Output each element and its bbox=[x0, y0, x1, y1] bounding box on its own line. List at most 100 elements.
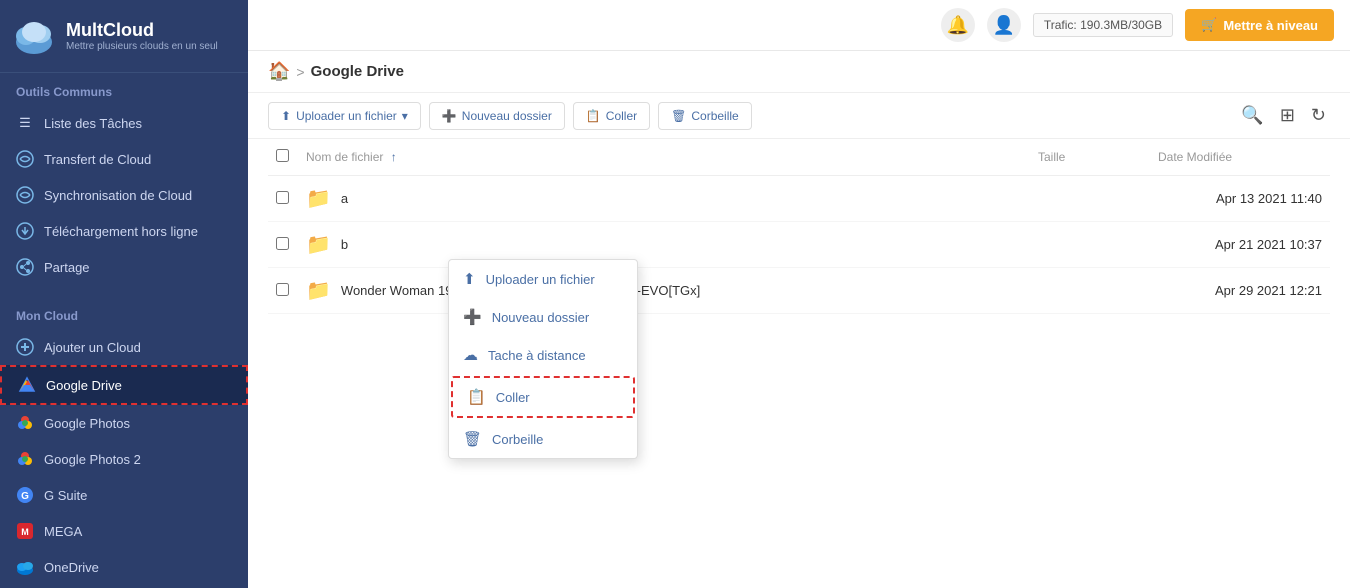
folder-icon: 📁 bbox=[306, 232, 331, 257]
gphotos2-label: Google Photos 2 bbox=[44, 452, 141, 467]
file-name: a bbox=[341, 191, 348, 206]
breadcrumb-separator: > bbox=[296, 64, 304, 80]
cloud-section-title: Mon Cloud bbox=[0, 297, 248, 329]
select-all-header bbox=[268, 139, 298, 176]
context-trash-label: Corbeille bbox=[492, 432, 543, 447]
context-new-folder-label: Nouveau dossier bbox=[492, 310, 590, 325]
sidebar-item-gphotos2[interactable]: Google Photos 2 bbox=[0, 441, 248, 477]
context-paste-label: Coller bbox=[496, 390, 530, 405]
table-row[interactable]: 📁 Wonder Woman 1984.2020.IMAX.HDRip.XviD… bbox=[268, 268, 1330, 314]
folder-icon: 📁 bbox=[306, 278, 331, 303]
trash-button[interactable]: 🗑 Corbeille bbox=[658, 102, 752, 130]
upgrade-button[interactable]: 🛒 Mettre à niveau bbox=[1185, 9, 1334, 41]
main-content: 🔔 👤 Trafic: 190.3MB/30GB 🛒 Mettre à nive… bbox=[248, 0, 1350, 588]
context-new-folder[interactable]: ➕ Nouveau dossier bbox=[449, 298, 637, 336]
context-remote-task-label: Tache à distance bbox=[488, 348, 586, 363]
share-label: Partage bbox=[44, 260, 90, 275]
table-row[interactable]: 📁 b Apr 21 2021 10:37 bbox=[268, 222, 1330, 268]
toolbar: ⬆ Uploader un fichier ▾ ➕ Nouveau dossie… bbox=[248, 93, 1350, 139]
upload-button[interactable]: ⬆ Uploader un fichier ▾ bbox=[268, 102, 421, 130]
select-all-checkbox[interactable] bbox=[276, 149, 289, 162]
new-folder-button[interactable]: ➕ Nouveau dossier bbox=[429, 102, 565, 130]
sidebar-item-transfer[interactable]: Transfert de Cloud bbox=[0, 141, 248, 177]
upgrade-label: Mettre à niveau bbox=[1223, 18, 1318, 33]
sidebar-item-tasks[interactable]: ☰ Liste des Tâches bbox=[0, 105, 248, 141]
upload-dropdown-icon: ▾ bbox=[402, 109, 408, 123]
context-remote-task[interactable]: ☁ Tache à distance bbox=[449, 336, 637, 374]
gphotos2-icon bbox=[16, 450, 34, 468]
gsuite-icon: G bbox=[16, 486, 34, 504]
paste-label: Coller bbox=[606, 109, 637, 123]
transfer-label: Transfert de Cloud bbox=[44, 152, 151, 167]
trash-label: Corbeille bbox=[691, 109, 738, 123]
multcloud-logo-icon bbox=[12, 14, 56, 58]
trash-icon: 🗑 bbox=[671, 109, 686, 123]
new-folder-label: Nouveau dossier bbox=[462, 109, 552, 123]
tools-section-title: Outils Communs bbox=[0, 73, 248, 105]
sidebar-item-share[interactable]: Partage bbox=[0, 249, 248, 285]
brand-subtitle: Mettre plusieurs clouds en un seul bbox=[66, 41, 218, 52]
tasks-label: Liste des Tâches bbox=[44, 116, 142, 131]
onedrive-icon bbox=[16, 558, 34, 576]
table-row[interactable]: 📁 a Apr 13 2021 11:40 bbox=[268, 176, 1330, 222]
context-upload-icon: ⬆ bbox=[463, 270, 476, 288]
file-date: Apr 29 2021 12:21 bbox=[1150, 268, 1330, 314]
row-checkbox[interactable] bbox=[276, 237, 289, 250]
gphotos-label: Google Photos bbox=[44, 416, 130, 431]
sidebar-item-gdrive[interactable]: Google Drive bbox=[0, 365, 248, 405]
context-trash-icon: 🗑 bbox=[463, 430, 482, 448]
context-menu: ⬆ Uploader un fichier ➕ Nouveau dossier … bbox=[448, 259, 638, 459]
sidebar-header: MultCloud Mettre plusieurs clouds en un … bbox=[0, 0, 248, 73]
row-checkbox[interactable] bbox=[276, 191, 289, 204]
download-label: Téléchargement hors ligne bbox=[44, 224, 198, 239]
sync-label: Synchronisation de Cloud bbox=[44, 188, 192, 203]
svg-text:M: M bbox=[21, 527, 29, 537]
add-cloud-label: Ajouter un Cloud bbox=[44, 340, 141, 355]
sidebar: MultCloud Mettre plusieurs clouds en un … bbox=[0, 0, 248, 588]
file-size bbox=[1030, 268, 1150, 314]
file-name: b bbox=[341, 237, 348, 252]
breadcrumb-current: Google Drive bbox=[311, 63, 404, 80]
sidebar-item-sync[interactable]: Synchronisation de Cloud bbox=[0, 177, 248, 213]
paste-button[interactable]: 📋 Coller bbox=[573, 102, 650, 130]
file-list: Nom de fichier ↑ Taille Date Modifiée 📁 … bbox=[248, 139, 1350, 588]
tasks-icon: ☰ bbox=[16, 114, 34, 132]
user-avatar[interactable]: 👤 bbox=[987, 8, 1021, 42]
upload-icon: ⬆ bbox=[281, 109, 291, 123]
folder-icon: 📁 bbox=[306, 186, 331, 211]
file-date: Apr 21 2021 10:37 bbox=[1150, 222, 1330, 268]
sidebar-item-gphotos[interactable]: Google Photos bbox=[0, 405, 248, 441]
home-link[interactable]: 🏠 bbox=[268, 61, 290, 82]
row-checkbox[interactable] bbox=[276, 283, 289, 296]
share-icon bbox=[16, 258, 34, 276]
sidebar-item-mega[interactable]: M MEGA bbox=[0, 513, 248, 549]
context-upload-label: Uploader un fichier bbox=[486, 272, 595, 287]
context-new-folder-icon: ➕ bbox=[463, 308, 482, 326]
sidebar-item-onedrive[interactable]: OneDrive bbox=[0, 549, 248, 585]
file-size bbox=[1030, 176, 1150, 222]
mega-label: MEGA bbox=[44, 524, 82, 539]
bell-icon[interactable]: 🔔 bbox=[941, 8, 975, 42]
transfer-icon bbox=[16, 150, 34, 168]
search-icon[interactable]: 🔍 bbox=[1237, 101, 1267, 130]
brand-name: MultCloud bbox=[66, 20, 218, 41]
sidebar-item-gsuite[interactable]: G G Suite bbox=[0, 477, 248, 513]
file-size bbox=[1030, 222, 1150, 268]
context-paste[interactable]: 📋 Coller bbox=[451, 376, 635, 418]
svg-text:G: G bbox=[21, 491, 29, 502]
context-upload[interactable]: ⬆ Uploader un fichier bbox=[449, 260, 637, 298]
sidebar-item-download[interactable]: Téléchargement hors ligne bbox=[0, 213, 248, 249]
gsuite-label: G Suite bbox=[44, 488, 87, 503]
upgrade-icon: 🛒 bbox=[1201, 17, 1217, 33]
download-icon bbox=[16, 222, 34, 240]
context-trash[interactable]: 🗑 Corbeille bbox=[449, 420, 637, 458]
breadcrumb: 🏠 > Google Drive bbox=[248, 51, 1350, 93]
refresh-icon[interactable]: ↻ bbox=[1307, 101, 1330, 130]
toolbar-right: 🔍 ⊞ ↻ bbox=[1237, 101, 1330, 130]
upload-label: Uploader un fichier bbox=[296, 109, 397, 123]
sidebar-item-add-cloud[interactable]: Ajouter un Cloud bbox=[0, 329, 248, 365]
topbar: 🔔 👤 Trafic: 190.3MB/30GB 🛒 Mettre à nive… bbox=[248, 0, 1350, 51]
file-date: Apr 13 2021 11:40 bbox=[1150, 176, 1330, 222]
new-folder-icon: ➕ bbox=[442, 109, 457, 123]
grid-view-icon[interactable]: ⊞ bbox=[1276, 101, 1299, 130]
